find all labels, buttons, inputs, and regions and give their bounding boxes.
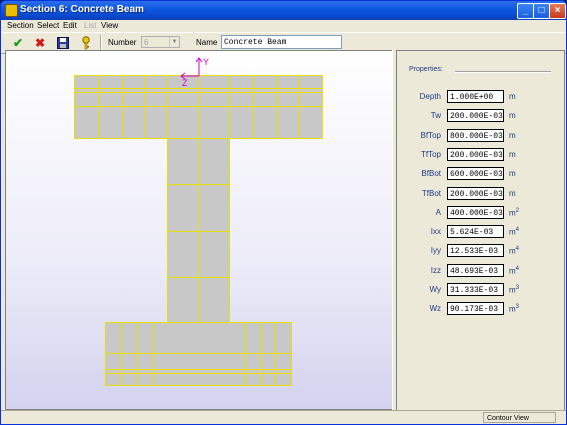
property-label: A	[435, 208, 441, 217]
beam-mesh: Y Z	[74, 57, 323, 386]
name-label: Name	[196, 38, 218, 47]
status-view: Contour View	[483, 412, 556, 423]
property-unit-text: m	[509, 150, 516, 159]
property-unit: m4	[509, 227, 519, 237]
property-value-field[interactable]: 200.000E-03	[447, 109, 504, 122]
property-unit-text: m	[509, 92, 516, 101]
axis-icon	[180, 57, 203, 80]
save-icon[interactable]	[55, 35, 71, 51]
property-value-field[interactable]: 48.693E-03	[447, 264, 504, 277]
property-unit-text: m	[509, 246, 516, 256]
property-label: Tw	[430, 111, 441, 120]
property-unit-text: m	[509, 304, 516, 314]
property-value-field[interactable]: 200.000E-03	[447, 187, 504, 200]
axis-y-label: Y	[203, 57, 209, 67]
property-label: Depth	[419, 92, 441, 101]
property-unit-text: m	[509, 111, 516, 120]
section-canvas[interactable]: Y Z	[5, 50, 393, 410]
axis-z-label: Z	[182, 78, 188, 88]
number-select[interactable]: 6 ▼	[141, 36, 180, 48]
status-bar: Contour View	[1, 410, 566, 424]
property-label: Iyy	[430, 246, 441, 255]
property-unit: m	[509, 189, 516, 198]
property-unit: m	[509, 92, 516, 101]
property-unit: m4	[509, 266, 519, 276]
property-label: TfBot	[421, 189, 441, 198]
property-unit-exponent: 2	[515, 208, 520, 214]
property-unit: m3	[509, 304, 519, 314]
property-value-field[interactable]: 5.624E-03	[447, 225, 504, 238]
property-value-field[interactable]: 400.000E-03	[447, 206, 504, 219]
property-label: BfTop	[420, 131, 441, 140]
property-value-field[interactable]: 12.533E-03	[447, 244, 504, 257]
property-unit: m2	[509, 208, 519, 218]
cancel-icon[interactable]: ✖	[32, 35, 48, 51]
minimize-button[interactable]: _	[517, 3, 534, 19]
property-unit-exponent: 4	[515, 227, 520, 233]
property-unit: m	[509, 131, 516, 140]
property-unit-exponent: 3	[515, 304, 520, 310]
property-value-field[interactable]: 90.173E-03	[447, 302, 504, 315]
property-unit: m3	[509, 285, 519, 295]
property-unit-text: m	[509, 131, 516, 140]
maximize-button[interactable]: □	[533, 3, 550, 19]
key-icon[interactable]	[78, 35, 94, 51]
toolbar-separator	[100, 35, 102, 51]
property-label: TfTop	[420, 150, 441, 159]
property-unit-text: m	[509, 169, 516, 178]
app-icon	[5, 4, 18, 17]
number-value: 6	[144, 38, 149, 47]
close-button[interactable]: ×	[549, 3, 566, 19]
property-value-field[interactable]: 800.000E-03	[447, 129, 504, 142]
check-icon[interactable]: ✔	[10, 35, 26, 51]
menu-list[interactable]: List	[84, 21, 96, 30]
menu-view[interactable]: View	[101, 21, 118, 30]
property-unit-exponent: 4	[515, 246, 520, 252]
properties-title: Properties:	[409, 66, 443, 73]
menu-select[interactable]: Select	[37, 21, 59, 30]
property-unit: m	[509, 169, 516, 178]
number-label: Number	[108, 38, 137, 47]
window-title: Section 6: Concrete Beam	[20, 4, 144, 15]
property-label: BfBot	[421, 169, 441, 178]
property-unit-text: m	[509, 208, 516, 218]
property-unit-text: m	[509, 227, 516, 237]
app-window: Section 6: Concrete Beam _ □ × Section S…	[0, 0, 567, 425]
property-unit: m	[509, 111, 516, 120]
property-label: Ixx	[430, 227, 441, 236]
chevron-down-icon[interactable]: ▼	[169, 37, 179, 47]
property-unit: m	[509, 150, 516, 159]
property-unit: m4	[509, 246, 519, 256]
menu-section[interactable]: Section	[7, 21, 34, 30]
property-value-field[interactable]: 1.000E+00	[447, 90, 504, 103]
property-unit-exponent: 3	[515, 285, 520, 291]
property-value-field[interactable]: 31.333E-03	[447, 283, 504, 296]
property-unit-text: m	[509, 266, 516, 276]
menu-edit[interactable]: Edit	[63, 21, 77, 30]
property-unit-text: m	[509, 189, 516, 198]
property-unit-exponent: 4	[515, 266, 520, 272]
name-input[interactable]: Concrete Beam	[221, 35, 342, 49]
property-value-field[interactable]: 200.000E-03	[447, 148, 504, 161]
title-bar[interactable]: Section 6: Concrete Beam _ □ ×	[1, 1, 566, 20]
property-label: Izz	[430, 266, 441, 275]
menu-bar: Section Select Edit List View	[1, 20, 566, 32]
property-unit-text: m	[509, 285, 516, 295]
properties-panel: Properties: Depth 1.000E+00 m Tw 200.000E-03…	[396, 50, 565, 412]
property-label: Wz	[429, 304, 441, 313]
properties-divider	[455, 71, 551, 73]
property-label: Wy	[429, 285, 441, 294]
property-value-field[interactable]: 600.000E-03	[447, 167, 504, 180]
